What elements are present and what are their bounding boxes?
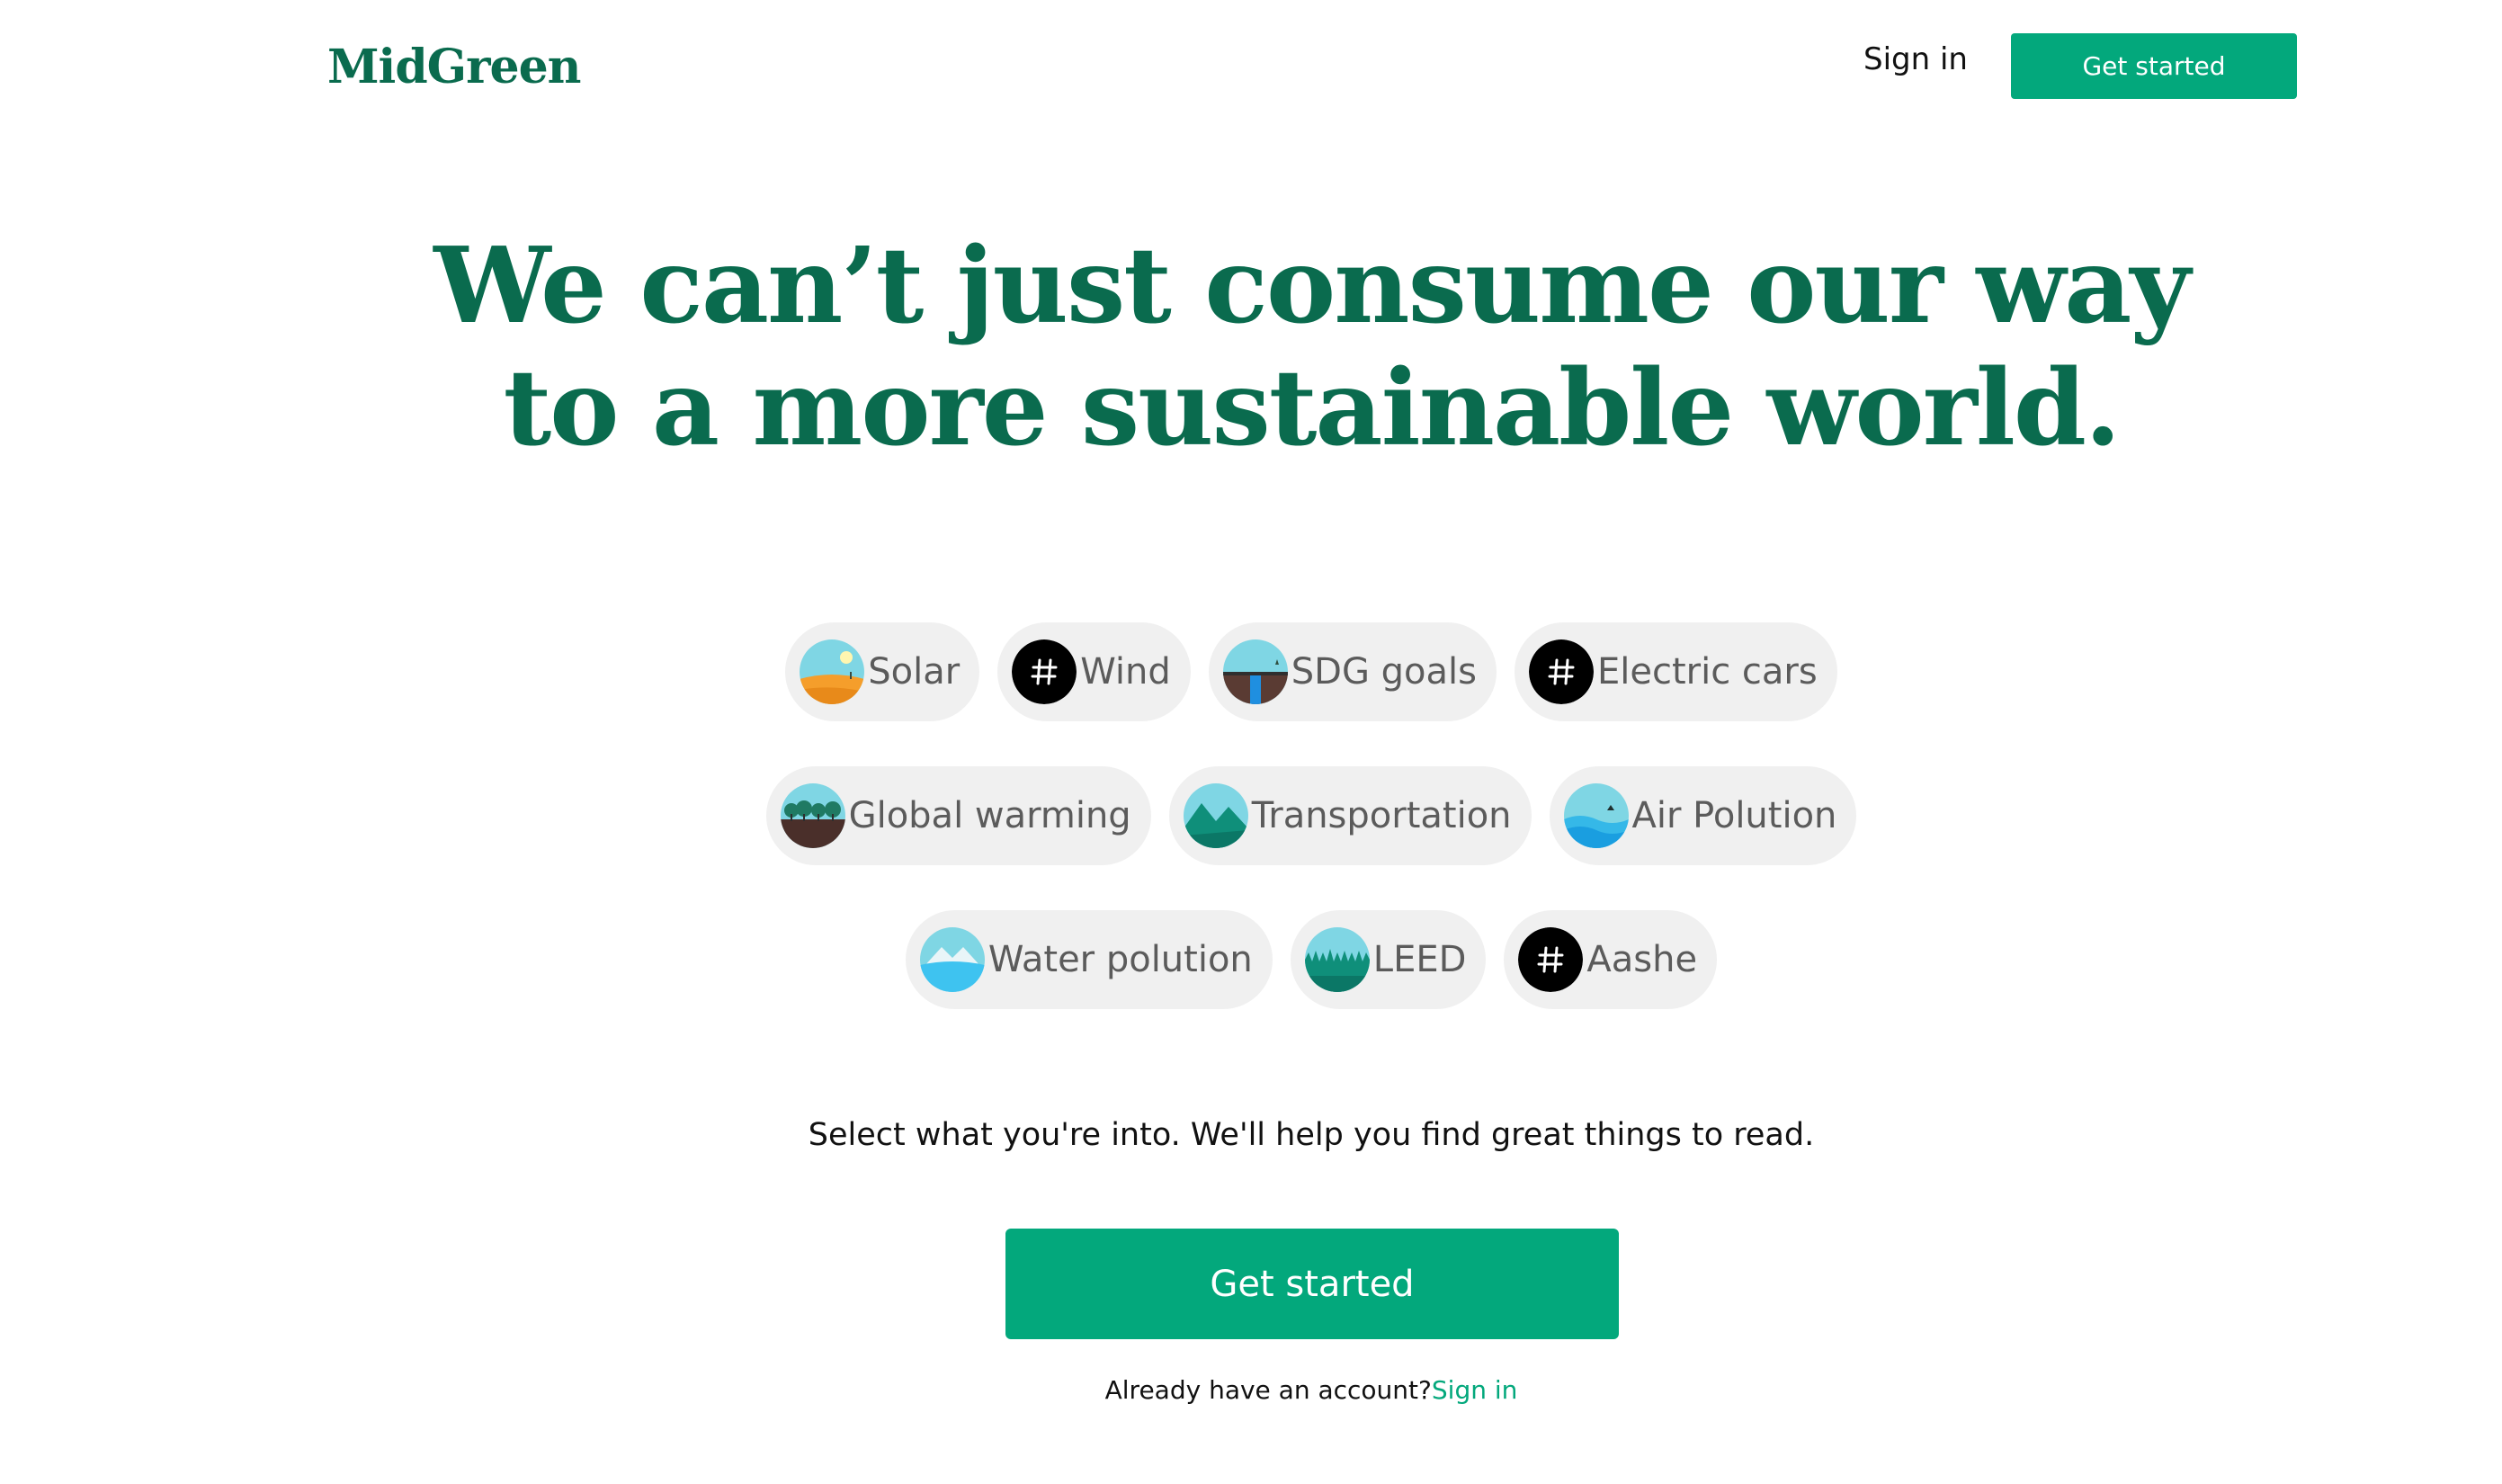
- topic-chip-label: Global warming: [848, 795, 1131, 836]
- topic-chip-label: Wind: [1080, 651, 1171, 693]
- forest-landscape-icon: [780, 783, 845, 848]
- hero-headline-line2: to a more sustainable world.: [503, 347, 2122, 469]
- account-prompt-text: Already have an account?: [1104, 1375, 1432, 1405]
- topic-chip-label: Aashe: [1586, 939, 1698, 980]
- logo[interactable]: MidGreen: [327, 40, 581, 94]
- landing-page: MidGreen Sign in Get started We can’t ju…: [0, 0, 2502, 1484]
- topic-row-1: Solar Wind SDG goals Electric cars: [0, 622, 2502, 721]
- waterfall-landscape-icon: [1222, 639, 1288, 704]
- topic-chip-water-polution[interactable]: Water polution: [905, 910, 1273, 1009]
- topic-chip-air-polution[interactable]: Air Polution: [1549, 766, 1857, 865]
- topic-chip-global-warming[interactable]: Global warming: [765, 766, 1151, 865]
- signin-link[interactable]: Sign in: [1432, 1375, 1518, 1405]
- topic-chip-label: Water polution: [987, 939, 1253, 980]
- topic-chip-aashe[interactable]: Aashe: [1504, 910, 1718, 1009]
- hashtag-icon: [1518, 927, 1584, 992]
- topic-chip-label: Transportation: [1251, 795, 1512, 836]
- hero-headline: We can’t just consume our way to a more …: [0, 225, 2502, 469]
- topic-chip-sdg-goals[interactable]: SDG goals: [1208, 622, 1497, 721]
- topic-row-3: Water polution LEED Aashe: [0, 910, 2502, 1009]
- get-started-button[interactable]: Get started: [1005, 1229, 1619, 1339]
- solar-landscape-icon: [800, 639, 865, 704]
- topic-chip-wind[interactable]: Wind: [997, 622, 1191, 721]
- topic-chip-label: Solar: [868, 651, 961, 693]
- snow-mountain-landscape-icon: [919, 927, 985, 992]
- topic-chip-electric-cars[interactable]: Electric cars: [1514, 622, 1837, 721]
- topic-chip-label: Electric cars: [1596, 651, 1818, 693]
- hashtag-icon: [1528, 639, 1594, 704]
- topic-chip-leed[interactable]: LEED: [1290, 910, 1487, 1009]
- header-get-started-button[interactable]: Get started: [2011, 33, 2297, 99]
- topic-chip-label: SDG goals: [1291, 651, 1477, 693]
- topic-chip-label: Air Polution: [1631, 795, 1837, 836]
- header-signin-link[interactable]: Sign in: [1826, 41, 2006, 77]
- topic-chip-solar[interactable]: Solar: [785, 622, 980, 721]
- hero-headline-line1: We can’t just consume our way: [433, 225, 2191, 347]
- mountain-landscape-icon: [1183, 783, 1248, 848]
- topic-row-2: Global warming Transportation Air Poluti…: [0, 766, 2502, 865]
- topic-chip-label: LEED: [1372, 939, 1467, 980]
- account-prompt: Already have an account?Sign in: [0, 1375, 2502, 1405]
- tagline: Select what you're into. We'll help you …: [808, 1117, 1815, 1153]
- topic-chip-transportation[interactable]: Transportation: [1168, 766, 1532, 865]
- sea-landscape-icon: [1563, 783, 1629, 848]
- hashtag-icon: [1012, 639, 1077, 704]
- grass-landscape-icon: [1304, 927, 1370, 992]
